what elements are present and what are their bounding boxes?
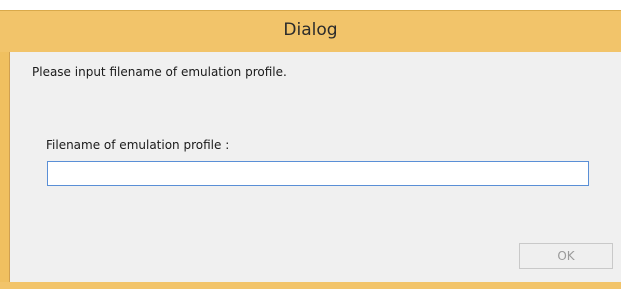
prompt-text: Please input filename of emulation profi…: [32, 65, 287, 79]
title-bar[interactable]: Dialog: [0, 10, 621, 52]
window-bottom-border: [0, 282, 621, 289]
window-top-strip: [0, 0, 621, 10]
dialog-window: Dialog Please input filename of emulatio…: [0, 0, 621, 289]
filename-field-label: Filename of emulation profile :: [46, 138, 230, 152]
window-title: Dialog: [283, 20, 338, 40]
filename-input[interactable]: [47, 161, 589, 186]
dialog-client-area: Please input filename of emulation profi…: [9, 52, 621, 284]
ok-button[interactable]: OK: [519, 243, 613, 269]
